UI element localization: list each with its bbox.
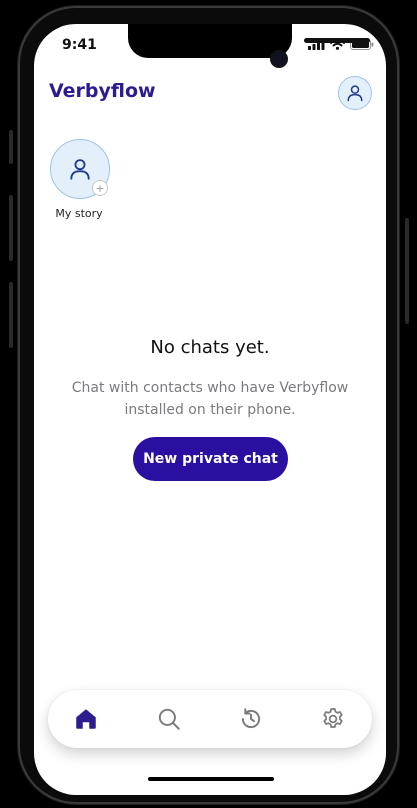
empty-state-description: Chat with contacts who have Verbyflow in… bbox=[71, 380, 349, 418]
gear-icon bbox=[323, 708, 343, 728]
front-camera bbox=[272, 52, 286, 66]
empty-state-title: No chats yet. bbox=[150, 337, 270, 358]
user-icon bbox=[347, 85, 363, 102]
signal-icon bbox=[308, 39, 325, 50]
phone-side-button-left-1 bbox=[9, 130, 13, 164]
tab-settings[interactable] bbox=[317, 703, 349, 735]
tab-search[interactable] bbox=[153, 703, 185, 735]
battery-icon bbox=[350, 39, 374, 50]
my-story-label: My story bbox=[55, 207, 103, 220]
search-icon bbox=[158, 708, 180, 730]
wifi-icon bbox=[330, 39, 345, 50]
add-story-plus-icon[interactable]: + bbox=[92, 180, 108, 196]
new-private-chat-button[interactable]: New private chat bbox=[133, 437, 288, 481]
phone-side-button-right bbox=[405, 218, 409, 324]
tab-home[interactable] bbox=[70, 703, 102, 735]
notch bbox=[128, 24, 370, 66]
user-icon bbox=[70, 159, 90, 180]
history-icon bbox=[241, 708, 261, 729]
status-icons bbox=[308, 39, 374, 50]
phone-side-button-left-2 bbox=[9, 195, 13, 261]
app-brand-title: Verbyflow bbox=[49, 80, 156, 102]
profile-button[interactable] bbox=[338, 76, 372, 110]
home-indicator[interactable] bbox=[148, 777, 274, 781]
home-icon bbox=[76, 709, 96, 729]
tab-history[interactable] bbox=[235, 703, 267, 735]
phone-side-button-left-3 bbox=[9, 282, 13, 348]
status-time: 9:41 bbox=[62, 37, 97, 53]
bottom-tab-bar bbox=[48, 690, 372, 748]
